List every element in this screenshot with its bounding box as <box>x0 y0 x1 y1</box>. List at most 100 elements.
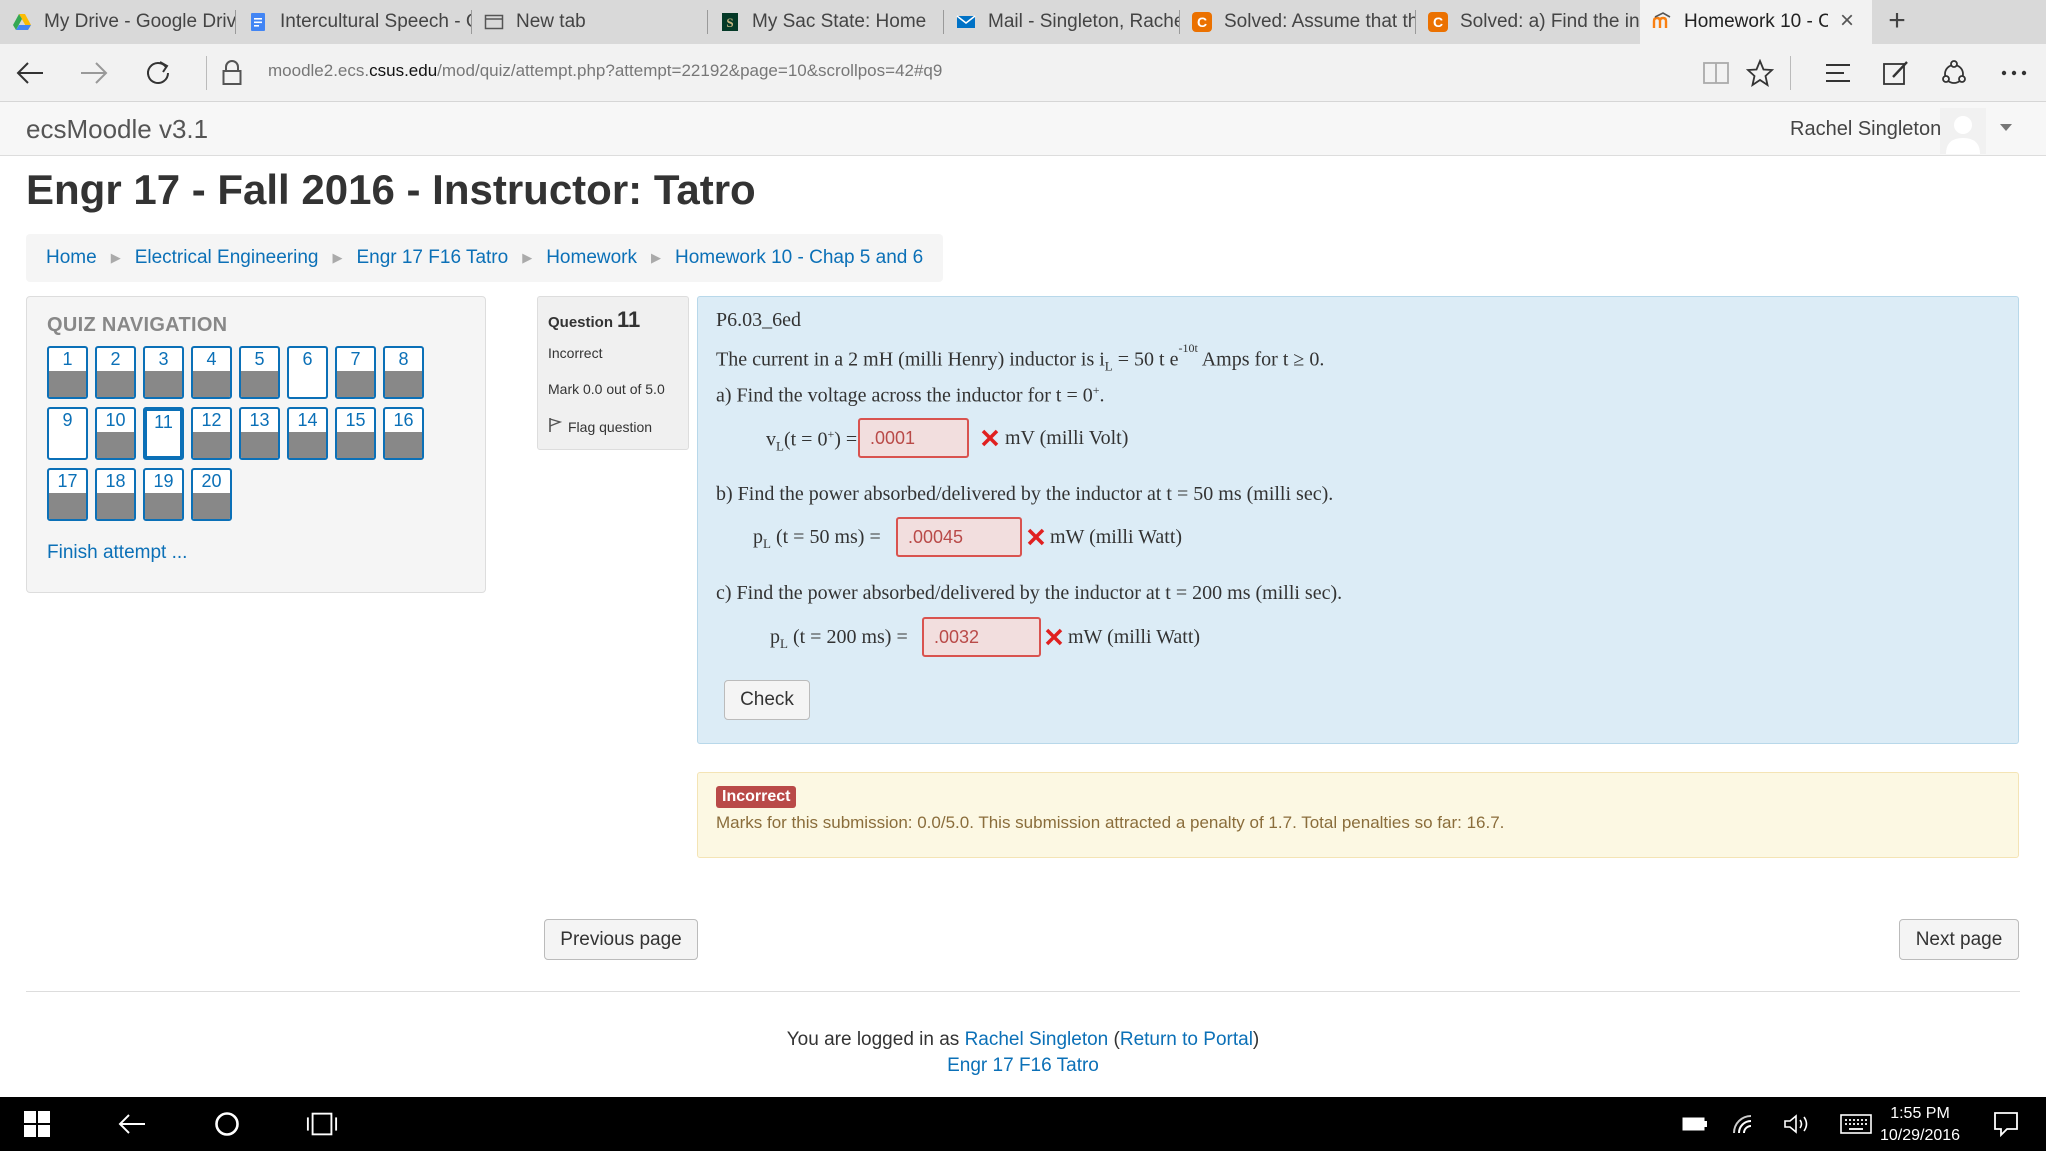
part-b-label: pL (t = 50 ms) = <box>753 526 881 551</box>
quiz-nav-question-7[interactable]: 7 <box>335 346 376 399</box>
return-to-portal-link[interactable]: Return to Portal <box>1120 1029 1253 1050</box>
taskbar-back-icon[interactable] <box>116 1108 148 1140</box>
browser-tab-homework-10[interactable]: Homework 10 - Cha × <box>1640 0 1872 44</box>
user-menu-caret-icon[interactable] <box>2000 124 2012 131</box>
clock-time: 1:55 PM <box>1890 1105 1950 1122</box>
answer-a-input[interactable]: .0001 <box>858 418 969 458</box>
task-view-icon[interactable] <box>306 1108 338 1140</box>
check-button[interactable]: Check <box>724 680 810 720</box>
breadcrumb: Home ▶ Electrical Engineering ▶ Engr 17 … <box>26 234 944 282</box>
quiz-nav-question-14[interactable]: 14 <box>287 407 328 460</box>
finish-attempt-link[interactable]: Finish attempt ... <box>47 542 187 564</box>
answer-b-input[interactable]: .00045 <box>896 517 1022 557</box>
quiz-nav-question-19[interactable]: 19 <box>143 468 184 521</box>
breadcrumb-homework[interactable]: Homework <box>546 247 637 269</box>
breadcrumb-course[interactable]: Engr 17 F16 Tatro <box>356 247 508 269</box>
quiz-nav-question-9[interactable]: 9 <box>47 407 88 460</box>
feedback-text: Marks for this submission: 0.0/5.0. This… <box>716 813 1505 832</box>
quiz-nav-question-16[interactable]: 16 <box>383 407 424 460</box>
keyboard-icon[interactable] <box>1840 1108 1872 1140</box>
part-b-prompt: b) Find the power absorbed/delivered by … <box>716 483 1334 505</box>
refresh-icon[interactable] <box>138 53 178 93</box>
favorite-star-icon[interactable] <box>1740 53 1780 93</box>
footer-user-link[interactable]: Rachel Singleton <box>965 1029 1109 1050</box>
quiz-nav-number: 6 <box>302 349 313 369</box>
quiz-nav-question-15[interactable]: 15 <box>335 407 376 460</box>
quiz-nav-number: 13 <box>249 410 270 430</box>
question-statement: The current in a 2 mH (milli Henry) indu… <box>716 341 1325 374</box>
quiz-nav-question-4[interactable]: 4 <box>191 346 232 399</box>
battery-icon[interactable] <box>1679 1108 1711 1140</box>
question-id: P6.03_6ed <box>716 309 801 331</box>
quiz-nav-question-1[interactable]: 1 <box>47 346 88 399</box>
quiz-nav-question-20[interactable]: 20 <box>191 468 232 521</box>
back-arrow-icon[interactable] <box>10 53 50 93</box>
next-page-button[interactable]: Next page <box>1899 919 2019 960</box>
quiz-nav-number: 19 <box>153 471 174 491</box>
quiz-nav-question-17[interactable]: 17 <box>47 468 88 521</box>
forward-arrow-icon[interactable] <box>74 53 114 93</box>
action-center-icon[interactable] <box>1990 1108 2022 1140</box>
browser-tab-mail[interactable]: Mail - Singleton, Rachel <box>944 0 1180 44</box>
browser-tab-chegg-2[interactable]: C Solved: a) Find the indu <box>1416 0 1652 44</box>
breadcrumb-separator-icon: ▶ <box>332 250 343 265</box>
part-a-label: vL(t = 0+) = <box>766 427 858 454</box>
browser-tab-chegg-1[interactable]: C Solved: Assume that the <box>1180 0 1416 44</box>
browser-tab-google-drive[interactable]: My Drive - Google Drive <box>0 0 236 44</box>
question-number: Question 11 <box>548 307 641 332</box>
answer-c-input[interactable]: .0032 <box>922 617 1041 657</box>
quiz-nav-question-2[interactable]: 2 <box>95 346 136 399</box>
browser-tab-strip: My Drive - Google Drive Intercultural Sp… <box>0 0 2046 44</box>
browser-tab-intercultural-speech[interactable]: Intercultural Speech - G <box>236 0 472 44</box>
question-info: Question 11 Incorrect Mark 0.0 out of 5.0… <box>537 296 689 450</box>
taskbar-clock[interactable]: 1:55 PM 10/29/2016 <box>1870 1103 1970 1147</box>
footer-course-link[interactable]: Engr 17 F16 Tatro <box>947 1055 1099 1076</box>
quiz-nav-question-11[interactable]: 11 <box>143 407 184 460</box>
answered-indicator <box>193 432 230 458</box>
hub-icon[interactable] <box>1818 53 1858 93</box>
incorrect-badge: Incorrect <box>716 786 797 808</box>
chegg-icon: C <box>1192 12 1212 32</box>
quiz-nav-question-6[interactable]: 6 <box>287 346 328 399</box>
share-icon[interactable] <box>1934 53 1974 93</box>
reading-view-icon[interactable] <box>1696 53 1736 93</box>
windows-start-icon[interactable] <box>21 1108 53 1140</box>
volume-icon[interactable] <box>1781 1108 1813 1140</box>
wifi-icon[interactable] <box>1727 1108 1759 1140</box>
avatar[interactable] <box>1940 108 1986 154</box>
breadcrumb-home[interactable]: Home <box>46 247 97 269</box>
close-tab-icon[interactable]: × <box>1836 9 1858 33</box>
google-docs-icon <box>248 12 268 32</box>
quiz-nav-number: 14 <box>297 410 318 430</box>
address-bar-url[interactable]: moodle2.ecs.csus.edu/mod/quiz/attempt.ph… <box>268 61 942 81</box>
answered-indicator <box>241 432 278 458</box>
breadcrumb-electrical-engineering[interactable]: Electrical Engineering <box>135 247 319 269</box>
more-options-icon[interactable] <box>1994 53 2034 93</box>
quiz-nav-question-13[interactable]: 13 <box>239 407 280 460</box>
breadcrumb-homework-10[interactable]: Homework 10 - Chap 5 and 6 <box>675 247 923 269</box>
feedback-panel: Incorrect Marks for this submission: 0.0… <box>697 772 2019 858</box>
quiz-nav-question-5[interactable]: 5 <box>239 346 280 399</box>
quiz-nav-number: 5 <box>254 349 265 369</box>
chegg-icon: C <box>1428 12 1448 32</box>
quiz-nav-question-12[interactable]: 12 <box>191 407 232 460</box>
answered-indicator <box>241 371 278 397</box>
quiz-nav-number: 3 <box>158 349 169 369</box>
new-tab-plus-icon[interactable]: + <box>1882 6 1912 36</box>
quiz-nav-question-10[interactable]: 10 <box>95 407 136 460</box>
quiz-nav-question-8[interactable]: 8 <box>383 346 424 399</box>
flag-question-button[interactable]: Flag question <box>548 417 652 436</box>
quiz-nav-question-3[interactable]: 3 <box>143 346 184 399</box>
quiz-nav-number: 12 <box>201 410 222 430</box>
site-brand[interactable]: ecsMoodle v3.1 <box>26 114 208 145</box>
previous-page-button[interactable]: Previous page <box>544 919 698 960</box>
browser-tab-sac-state[interactable]: S My Sac State: Home <box>708 0 944 44</box>
part-c-label: pL (t = 200 ms) = <box>770 626 908 651</box>
browser-tab-new-tab[interactable]: New tab <box>472 0 708 44</box>
quiz-nav-question-18[interactable]: 18 <box>95 468 136 521</box>
cortana-search-icon[interactable] <box>211 1108 243 1140</box>
web-note-icon[interactable] <box>1876 53 1916 93</box>
answered-indicator <box>289 432 326 458</box>
user-name[interactable]: Rachel Singleton <box>1790 118 1941 141</box>
quiz-nav-number: 7 <box>350 349 361 369</box>
